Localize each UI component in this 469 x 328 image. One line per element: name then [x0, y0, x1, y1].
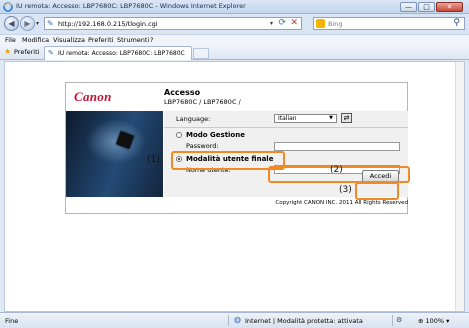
status-text: Fine — [5, 317, 19, 325]
favorites-label[interactable]: Preferiti — [14, 48, 39, 56]
stop-icon[interactable]: ✕ — [290, 18, 298, 28]
tab-active[interactable]: ✎ IU remota: Accesso: LBP7680C: LBP7680C — [44, 46, 192, 60]
menu-preferiti[interactable]: Preferiti — [88, 36, 113, 44]
mode-manager-label: Modo Gestione — [186, 131, 245, 139]
history-dropdown-icon[interactable]: ▾ — [36, 20, 39, 27]
address-bar-row: ◀ ▶ ▾ ✎ http://192.168.0.215/tlogin.cgi … — [0, 14, 469, 34]
page-title: Accesso — [164, 88, 201, 97]
favorites-star-icon[interactable]: ★ — [4, 47, 11, 56]
ie-logo-icon — [3, 2, 13, 12]
tab-title[interactable]: IU remota: Accesso: LBP7680C: LBP7680C — [58, 50, 185, 57]
decorative-image — [66, 111, 163, 197]
title-bar: IU remota: Accesso: LBP7680C: LBP7680C -… — [0, 0, 469, 14]
search-placeholder[interactable]: Bing — [328, 20, 343, 28]
search-icon[interactable]: ⚲ — [453, 18, 460, 28]
menu-visualizza[interactable]: Visualizza — [53, 36, 85, 44]
vertical-scrollbar[interactable] — [455, 62, 464, 311]
language-select[interactable]: Italian ▼ — [274, 114, 337, 123]
callout-2: (2) — [330, 165, 343, 175]
zoom-level[interactable]: ⊕ 100% ▾ — [418, 317, 449, 325]
menu-modifica[interactable]: Modifica — [22, 36, 49, 44]
callout-1: (1) — [147, 155, 160, 165]
page-favicon-icon: ✎ — [47, 19, 54, 28]
globe-icon: ◍ — [234, 315, 241, 324]
divider — [164, 127, 408, 128]
callout-3: (3) — [339, 185, 352, 195]
highlight-login-button — [355, 182, 399, 200]
language-label: Language: — [176, 115, 211, 123]
back-button[interactable]: ◀ — [4, 16, 19, 31]
bing-icon — [316, 19, 325, 28]
copyright-text: Copyright CANON INC. 2011 All Rights Res… — [275, 200, 408, 206]
chevron-down-icon: ▼ — [329, 115, 333, 121]
search-box[interactable]: Bing ⚲ — [313, 17, 465, 30]
address-field[interactable]: ✎ http://192.168.0.215/tlogin.cgi ▾ ⟳ ✕ — [44, 17, 302, 30]
close-button[interactable]: ✕ — [436, 2, 463, 12]
menu-bar: File Modifica Visualizza Preferiti Strum… — [0, 34, 469, 45]
radio-modo-gestione[interactable] — [176, 132, 182, 138]
window-title: IU remota: Accesso: LBP7680C: LBP7680C -… — [16, 2, 246, 10]
password-label: Password: — [186, 142, 219, 150]
status-separator — [392, 315, 393, 326]
status-separator — [228, 315, 229, 326]
tab-bar: ★ Preferiti ✎ IU remota: Accesso: LBP768… — [0, 45, 469, 60]
refresh-icon[interactable]: ⟳ — [278, 18, 286, 28]
address-dropdown-icon[interactable]: ▾ — [270, 20, 273, 27]
status-bar: Fine ◍ Internet | Modalità protetta: att… — [0, 312, 469, 328]
language-apply-button[interactable]: ⇄ — [341, 113, 352, 123]
new-tab-button[interactable] — [193, 48, 209, 59]
menu-file[interactable]: File — [5, 36, 16, 44]
menu-strumenti[interactable]: Strumenti — [117, 36, 149, 44]
password-field[interactable] — [274, 142, 400, 151]
page-content: Canon Accesso LBP7680C / LBP7680C / Lang… — [4, 61, 465, 312]
forward-button[interactable]: ▶ — [20, 16, 35, 31]
language-value: Italian — [278, 115, 297, 122]
canon-logo: Canon — [74, 89, 112, 104]
zoom-value: 100% — [425, 317, 445, 325]
url-text[interactable]: http://192.168.0.215/tlogin.cgi — [58, 20, 158, 28]
device-model: LBP7680C / LBP7680C / — [164, 98, 241, 106]
menu-help[interactable]: ? — [150, 36, 153, 44]
minimize-button[interactable]: — — [400, 2, 417, 12]
maximize-button[interactable]: □ — [418, 2, 435, 12]
tools-icon[interactable]: ⚙ — [396, 316, 402, 324]
tab-favicon-icon: ✎ — [48, 49, 54, 57]
security-zone[interactable]: Internet | Modalità protetta: attivata — [245, 317, 363, 325]
